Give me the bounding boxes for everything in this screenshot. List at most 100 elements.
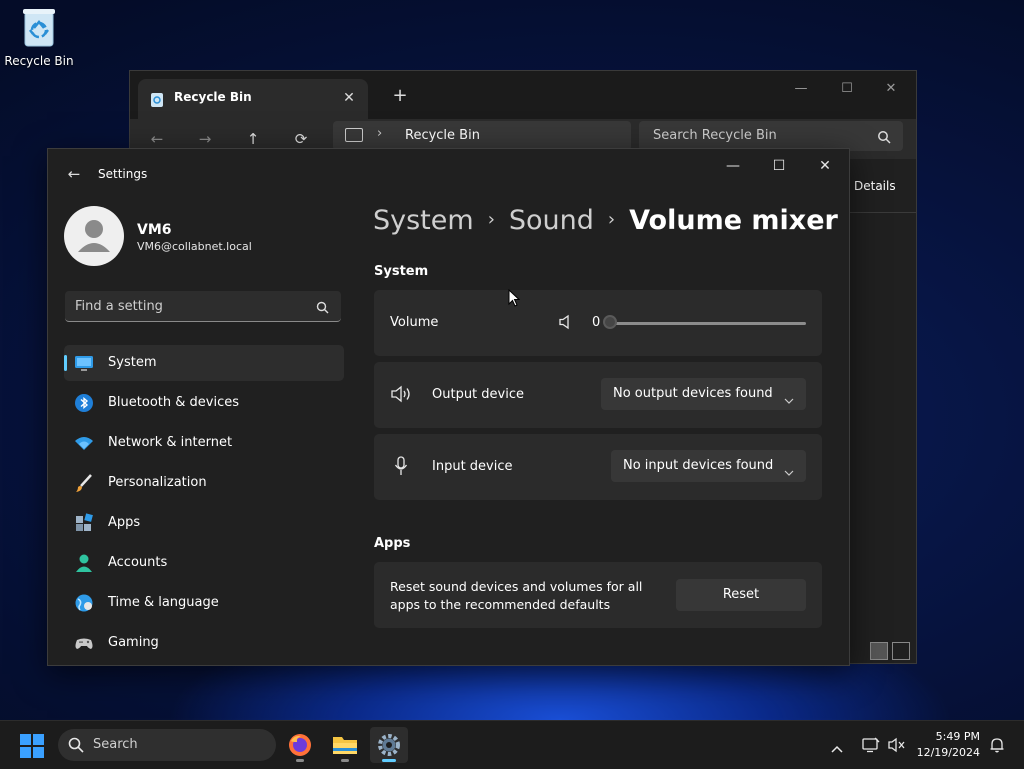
details-view-icon[interactable] (870, 642, 888, 660)
reset-description: Reset sound devices and volumes for all … (390, 579, 643, 612)
breadcrumb-chevron-icon: › (607, 209, 616, 230)
nav-item-label: Time & language (108, 595, 219, 610)
explorer-search-box[interactable]: Search Recycle Bin (639, 121, 903, 151)
details-button[interactable]: Details (854, 179, 896, 193)
nav-item-label: System (108, 355, 157, 370)
volume-card: Volume 0 (374, 290, 822, 356)
microphone-icon (394, 456, 408, 480)
windows-start-icon[interactable] (20, 734, 44, 762)
settings-app-icon (377, 733, 401, 761)
brush-icon (74, 473, 94, 493)
nav-item-label: Bluetooth & devices (108, 395, 239, 410)
settings-minimize-button[interactable]: — (710, 153, 756, 179)
nav-item-label: Accounts (108, 555, 168, 570)
input-device-dropdown[interactable]: No input devices found (611, 450, 806, 482)
output-device-dropdown[interactable]: No output devices found (601, 378, 806, 410)
taskbar-file-explorer[interactable] (326, 727, 364, 763)
chevron-right-icon[interactable]: › (377, 126, 382, 141)
bluetooth-icon (74, 393, 94, 413)
person-icon (74, 553, 94, 573)
explorer-maximize-button[interactable]: ☐ (824, 77, 870, 101)
settings-app-title: Settings (98, 167, 148, 181)
search-icon (68, 737, 84, 757)
explorer-close-button[interactable]: ✕ (868, 77, 914, 101)
nav-item-label: Gaming (108, 635, 159, 650)
explorer-tab-recycle-bin[interactable]: Recycle Bin ✕ (138, 79, 368, 119)
find-setting-input[interactable] (65, 291, 305, 321)
taskbar-search-label: Search (93, 737, 138, 752)
volume-muted-icon[interactable] (888, 737, 906, 757)
this-pc-icon (345, 128, 363, 142)
explorer-tab-title: Recycle Bin (174, 90, 252, 104)
volume-label: Volume (390, 315, 439, 330)
settings-close-button[interactable]: ✕ (802, 153, 848, 179)
speaker-volume-icon (390, 384, 412, 408)
file-explorer-icon (332, 734, 358, 760)
network-icon[interactable] (862, 737, 880, 757)
profile-email: VM6@collabnet.local (137, 240, 252, 253)
toolbar-divider (850, 212, 916, 213)
nav-item-network[interactable]: Network & internet (64, 425, 344, 461)
volume-slider-thumb[interactable] (603, 315, 617, 329)
address-location[interactable]: Recycle Bin (405, 128, 480, 143)
desktop-icon-label: Recycle Bin (4, 54, 74, 68)
taskbar-settings[interactable] (370, 727, 408, 763)
search-icon (877, 129, 891, 148)
nav-item-time-language[interactable]: Time & language (64, 585, 344, 621)
volume-slider[interactable] (603, 315, 806, 329)
chevron-down-icon (784, 389, 794, 408)
taskbar-clock[interactable]: 5:49 PM 12/19/2024 (910, 729, 980, 761)
clock-date: 12/19/2024 (916, 746, 980, 759)
taskbar-search[interactable]: Search (58, 729, 276, 761)
running-indicator (296, 759, 304, 762)
close-tab-icon[interactable]: ✕ (338, 87, 360, 109)
nav-item-label: Network & internet (108, 435, 233, 450)
settings-window: ← Settings — ☐ ✕ VM6 VM6@collabnet.local… (47, 148, 850, 666)
system-icon (74, 353, 94, 373)
back-arrow-icon[interactable]: ← (64, 165, 84, 183)
output-device-value: No output devices found (613, 386, 773, 401)
running-indicator (382, 759, 396, 762)
output-device-label: Output device (432, 387, 524, 402)
firefox-icon (288, 733, 312, 761)
nav-item-gaming[interactable]: Gaming (64, 625, 344, 661)
selected-indicator (64, 355, 67, 371)
new-tab-button[interactable]: + (388, 85, 412, 106)
apps-icon (74, 513, 94, 533)
breadcrumb: System › Sound › Volume mixer (373, 205, 838, 236)
settings-maximize-button[interactable]: ☐ (756, 153, 802, 179)
address-bar[interactable]: › Recycle Bin (333, 121, 631, 151)
notification-bell-icon[interactable] (989, 737, 1005, 757)
nav-item-system[interactable]: System (64, 345, 344, 381)
reset-button[interactable]: Reset (676, 579, 806, 611)
avatar[interactable] (64, 206, 124, 266)
find-setting-box[interactable] (65, 291, 341, 322)
input-device-label: Input device (432, 459, 513, 474)
input-device-value: No input devices found (623, 458, 774, 473)
page-title: Volume mixer (629, 205, 838, 236)
desktop-recycle-bin[interactable]: Recycle Bin (2, 6, 76, 68)
speaker-icon[interactable] (558, 314, 572, 334)
nav-item-label: Personalization (108, 475, 207, 490)
nav-item-accounts[interactable]: Accounts (64, 545, 344, 581)
section-heading-system: System (374, 264, 429, 279)
volume-value: 0 (592, 315, 601, 330)
reset-card: Reset sound devices and volumes for all … (374, 562, 822, 628)
search-icon[interactable] (316, 299, 329, 318)
profile-name: VM6 (137, 222, 172, 238)
globe-icon (74, 593, 94, 613)
mouse-cursor-icon (508, 288, 521, 311)
breadcrumb-system[interactable]: System (373, 205, 474, 236)
chevron-down-icon (784, 461, 794, 480)
nav-item-personalization[interactable]: Personalization (64, 465, 344, 501)
explorer-minimize-button[interactable]: — (778, 77, 824, 101)
nav-item-apps[interactable]: Apps (64, 505, 344, 541)
nav-item-label: Apps (108, 515, 141, 530)
nav-item-bluetooth[interactable]: Bluetooth & devices (64, 385, 344, 421)
breadcrumb-sound[interactable]: Sound (509, 205, 594, 236)
large-icons-view-icon[interactable] (892, 642, 910, 660)
explorer-search-placeholder: Search Recycle Bin (653, 128, 777, 143)
chevron-up-icon[interactable] (831, 738, 843, 757)
taskbar-firefox[interactable] (281, 727, 319, 763)
output-device-card: Output device No output devices found (374, 362, 822, 428)
